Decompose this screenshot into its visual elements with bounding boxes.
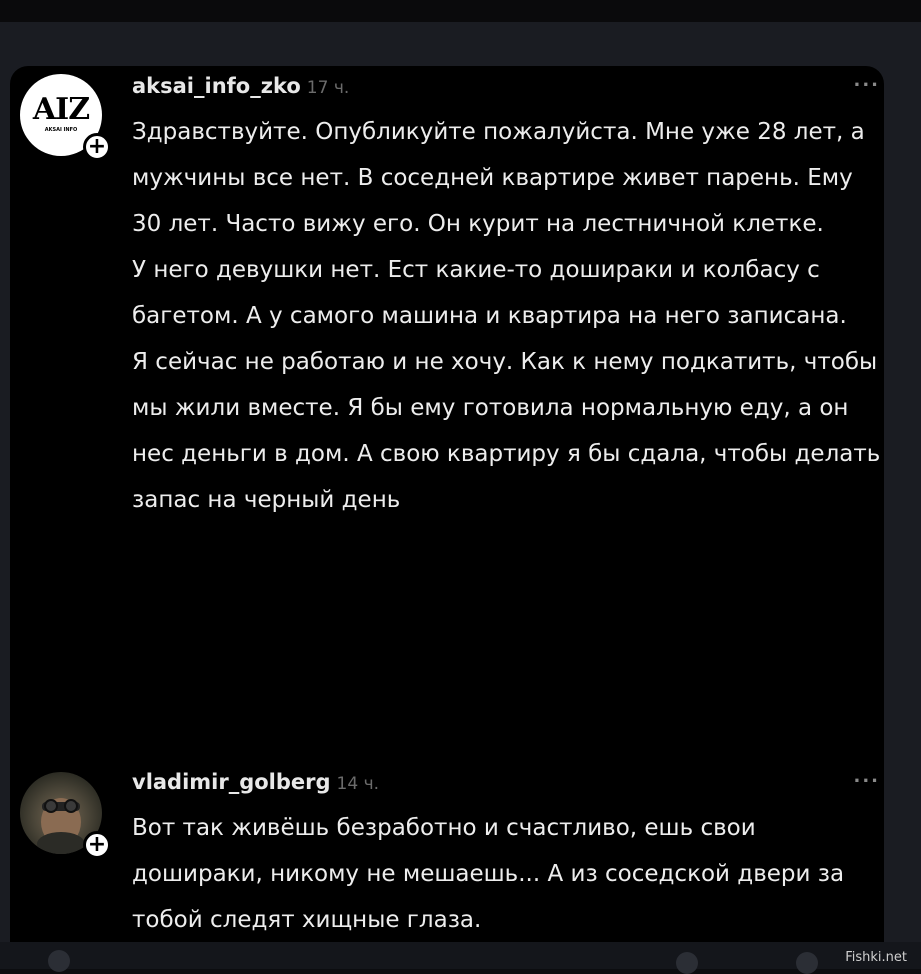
top-bar <box>0 0 921 22</box>
follow-plus-icon[interactable]: + <box>83 133 111 161</box>
username-text[interactable]: aksai_info_zko <box>132 74 301 98</box>
comment-time: 14 ч. <box>336 774 380 794</box>
more-options-icon[interactable]: ... <box>853 70 880 91</box>
more-options-icon[interactable]: ... <box>853 766 880 787</box>
nav-icon[interactable] <box>796 952 818 974</box>
follow-plus-icon[interactable]: + <box>83 831 111 859</box>
nav-icon[interactable] <box>676 952 698 974</box>
avatar-logo-subtext: AKSAI INFO <box>44 127 78 133</box>
avatar-logo-text: AIZ <box>32 92 90 127</box>
comment-paragraph: Я сейчас не работаю и не хочу. Как к нем… <box>132 349 881 513</box>
comment-paragraph: Здравствуйте. Опубликуйте пожалуйста. Мн… <box>132 119 865 237</box>
comment-username[interactable]: aksai_info_zko 17 ч. <box>132 74 349 98</box>
comment-paragraph: У него девушки нет. Ест какие-то доширак… <box>132 257 847 329</box>
comment-body: Здравствуйте. Опубликуйте пожалуйста. Мн… <box>132 109 882 523</box>
username-text[interactable]: vladimir_golberg <box>132 770 331 794</box>
comment-username[interactable]: vladimir_golberg 14 ч. <box>132 770 379 794</box>
comments-panel: AIZ AKSAI INFO + aksai_info_zko 17 ч. ...… <box>10 66 884 942</box>
comment-time: 17 ч. <box>306 78 350 98</box>
bottom-bar: Fishki.net <box>0 942 921 974</box>
watermark: Fishki.net <box>845 950 907 965</box>
comment-paragraph: Вот так живёшь безработно и счастливо, е… <box>132 815 845 933</box>
comment-body: Вот так живёшь безработно и счастливо, е… <box>132 805 884 943</box>
